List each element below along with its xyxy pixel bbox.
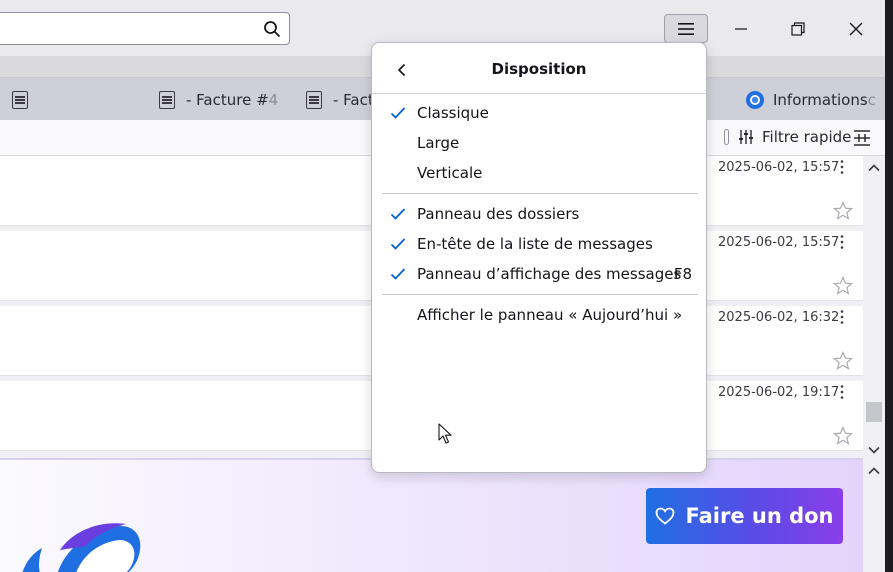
checkmark-icon <box>390 208 406 220</box>
layout-menu: Disposition Classique Large Verticale Pa… <box>371 42 707 473</box>
tab-information[interactable]: Informations c <box>745 89 885 111</box>
more-options-icon[interactable] <box>838 234 846 250</box>
scrollbar-thumb[interactable] <box>866 402 882 422</box>
menu-item-classique[interactable]: Classique <box>372 100 706 128</box>
today-pane-scrollbar[interactable] <box>863 458 885 572</box>
window-edge <box>885 0 893 572</box>
document-icon <box>306 91 322 109</box>
chevron-up-icon[interactable] <box>868 162 880 174</box>
document-icon <box>12 91 28 109</box>
close-button[interactable] <box>833 14 879 43</box>
menu-item-today-pane[interactable]: Afficher le panneau « Aujourd’hui » <box>372 302 706 330</box>
donate-button[interactable]: Faire un don <box>646 488 843 544</box>
restore-button[interactable] <box>775 14 821 43</box>
layout-menu-title: Disposition <box>491 60 587 78</box>
filter-sliders-icon <box>739 130 753 144</box>
display-options-icon[interactable] <box>853 129 871 147</box>
star-icon[interactable] <box>833 426 853 446</box>
menu-item-folder-pane[interactable]: Panneau des dossiers <box>372 201 706 229</box>
toggle-pill <box>724 129 729 145</box>
minimize-button[interactable] <box>718 14 764 43</box>
menu-item-verticale[interactable]: Verticale <box>372 160 706 188</box>
more-options-icon[interactable] <box>838 384 846 400</box>
tab-message-2[interactable]: - Facture # 43 <box>159 89 279 111</box>
message-list-scrollbar[interactable] <box>863 156 885 458</box>
thunderbird-info-icon <box>746 91 764 109</box>
hamburger-icon <box>678 22 694 35</box>
checkmark-icon <box>390 107 406 119</box>
quick-filter-button[interactable]: Filtre rapide <box>724 128 851 146</box>
menu-item-large[interactable]: Large <box>372 130 706 158</box>
heart-icon <box>656 507 675 525</box>
thunderbird-logo <box>22 523 141 572</box>
layout-menu-header: Disposition <box>372 43 706 94</box>
checkmark-icon <box>390 268 406 280</box>
app-menu-button[interactable] <box>664 14 708 43</box>
search-input[interactable] <box>0 12 290 45</box>
tab-message-3[interactable]: - Factu <box>306 89 372 111</box>
shortcut-label: F8 <box>673 265 692 283</box>
chevron-up-icon[interactable] <box>868 465 880 477</box>
more-options-icon[interactable] <box>838 159 846 175</box>
menu-item-message-pane[interactable]: Panneau d’affichage des messages F8 <box>372 261 706 289</box>
tab-message-1[interactable] <box>12 89 39 111</box>
menu-item-message-list-header[interactable]: En-tête de la liste de messages <box>372 231 706 259</box>
chevron-down-icon[interactable] <box>868 444 880 456</box>
more-options-icon[interactable] <box>838 309 846 325</box>
menu-separator <box>382 294 698 295</box>
checkmark-icon <box>390 238 406 250</box>
minimize-icon <box>735 27 747 30</box>
mouse-cursor-icon <box>438 423 452 444</box>
menu-separator <box>382 193 698 194</box>
star-icon[interactable] <box>833 276 853 296</box>
document-icon <box>159 91 175 109</box>
star-icon[interactable] <box>833 351 853 371</box>
close-icon <box>849 22 863 35</box>
restore-icon <box>791 21 805 36</box>
star-icon[interactable] <box>833 201 853 221</box>
search-icon <box>264 21 281 38</box>
